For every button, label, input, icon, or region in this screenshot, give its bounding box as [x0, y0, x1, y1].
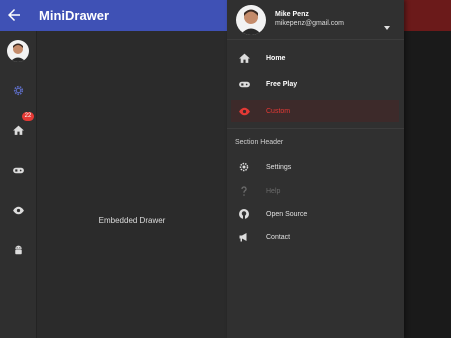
drawer-item-contact[interactable]: Contact	[231, 226, 399, 248]
content-text: Embedded Drawer	[98, 216, 166, 225]
mini-item-android[interactable]	[6, 238, 30, 262]
scrim[interactable]	[404, 31, 451, 338]
account-header[interactable]: Mike Penz mikepenz@gmail.com	[227, 0, 404, 40]
drawer-item-settings[interactable]: Settings	[231, 156, 399, 178]
app-bar-overlay	[404, 0, 451, 31]
section-header: Section Header	[235, 139, 284, 146]
main-content: Embedded Drawer	[37, 31, 227, 338]
android-icon	[12, 244, 25, 257]
drawer-divider	[227, 128, 404, 129]
eye-icon	[12, 204, 25, 217]
mini-item-home[interactable]	[6, 118, 30, 142]
account-name: Mike Penz	[275, 11, 309, 18]
account-email: mikepenz@gmail.com	[275, 20, 344, 27]
drawer-item-label: Open Source	[266, 210, 308, 218]
drawer-item-label: Settings	[266, 163, 292, 171]
navigation-drawer: Mike Penz mikepenz@gmail.com Home Free P…	[227, 0, 404, 338]
drawer-item-home[interactable]: Home	[231, 47, 399, 69]
drawer-item-label: Free Play	[266, 80, 298, 88]
mini-item-free-play[interactable]	[6, 158, 30, 182]
notification-badge: 22	[22, 112, 34, 121]
megaphone-icon	[231, 231, 257, 243]
drawer-item-label: Custom	[266, 107, 291, 115]
drawer-item-free-play[interactable]: Free Play	[231, 73, 399, 95]
mini-avatar[interactable]	[7, 40, 29, 62]
gamepad-icon	[12, 164, 25, 177]
home-icon	[231, 52, 257, 65]
account-switcher-caret-icon[interactable]	[384, 26, 390, 30]
gamepad-icon	[231, 78, 257, 91]
app-title: MiniDrawer	[39, 8, 110, 23]
drawer-item-label: Contact	[266, 233, 291, 241]
github-icon	[231, 208, 257, 220]
drawer-item-custom[interactable]: Custom	[231, 100, 399, 122]
gear-icon	[231, 161, 257, 173]
mini-item-settings[interactable]	[6, 78, 30, 102]
mini-item-custom[interactable]	[6, 198, 30, 222]
home-icon	[12, 124, 25, 137]
drawer-item-label: Help	[266, 187, 281, 195]
gear-icon	[12, 84, 25, 97]
drawer-item-help[interactable]: Help	[231, 180, 399, 202]
back-arrow-icon[interactable]	[5, 6, 23, 24]
drawer-item-label: Home	[266, 54, 286, 62]
drawer-item-open-source[interactable]: Open Source	[231, 203, 399, 225]
eye-icon	[231, 105, 257, 118]
account-avatar[interactable]	[236, 5, 266, 35]
help-icon	[231, 185, 257, 197]
